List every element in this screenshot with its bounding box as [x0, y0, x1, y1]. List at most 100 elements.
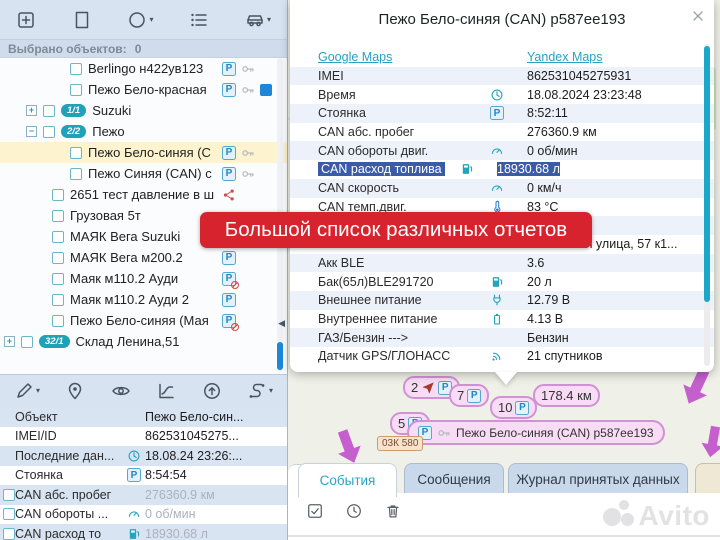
tab-partial-right[interactable] — [695, 463, 720, 494]
tree-item-label: Пежо Синяя (CAN) с — [88, 166, 212, 181]
expand-icon[interactable]: + — [4, 336, 15, 347]
param-row[interactable]: Бак(65л)BLE29172020 л — [290, 272, 714, 291]
checkbox[interactable] — [52, 231, 64, 243]
object-info-panel: ОбъектПежо Бело-син...IMEI/ID86253104527… — [0, 407, 287, 540]
checkbox[interactable] — [52, 189, 64, 201]
tree-item[interactable]: −2/2Пежо — [0, 121, 287, 142]
tree-item[interactable]: Маяк м110.2 Ауди P — [0, 268, 287, 289]
radius-filter-button[interactable]: ▾ — [127, 10, 153, 30]
param-row[interactable]: ГАЗ/Бензин --->Бензин — [290, 328, 714, 347]
tree-item[interactable]: Пежо Бело-синяя (МаяP — [0, 310, 287, 331]
param-row[interactable]: СтоянкаP8:52:11 — [290, 104, 714, 123]
checkbox[interactable] — [21, 336, 33, 348]
collapse-icon[interactable]: − — [26, 126, 37, 137]
monitoring-row[interactable]: CAN обороты ...0 об/мин — [0, 505, 287, 525]
param-label: Внешнее питание — [290, 293, 490, 307]
tab-messages[interactable]: Сообщения — [404, 463, 504, 494]
route-arrow — [699, 422, 720, 459]
checkbox[interactable] — [70, 168, 82, 180]
monitoring-icon-slot: P — [127, 468, 145, 482]
checkbox[interactable] — [70, 147, 82, 159]
time-icon — [345, 502, 363, 520]
trash-button[interactable] — [384, 502, 402, 520]
checkbox[interactable] — [43, 126, 55, 138]
google-maps-link[interactable]: Google Maps — [318, 50, 392, 64]
checkbox[interactable] — [3, 508, 15, 520]
expand-icon[interactable]: + — [26, 105, 37, 116]
tree-item-label: Грузовая 5т — [70, 208, 141, 223]
clock-icon — [490, 88, 504, 102]
param-row[interactable]: Датчик GPS/ГЛОНАСС21 спутников — [290, 347, 714, 366]
track-icon — [247, 381, 267, 401]
close-icon[interactable] — [690, 8, 706, 24]
send-command-button[interactable] — [202, 381, 222, 401]
track-button[interactable]: ▾ — [247, 381, 273, 401]
tree-scrollbar-thumb[interactable] — [277, 342, 283, 370]
time-button[interactable] — [345, 502, 363, 520]
visibility-button[interactable] — [111, 381, 131, 401]
monitoring-row[interactable]: CAN расход то18930.68 л — [0, 524, 287, 540]
checkbox[interactable] — [43, 105, 55, 117]
monitoring-label: Последние дан... — [15, 449, 127, 463]
tab-data-log[interactable]: Журнал принятых данных — [508, 463, 688, 494]
panel-collapse-arrow-icon[interactable]: ◀ — [278, 318, 285, 328]
param-value: 18930.68 л — [497, 162, 560, 176]
tree-item-label: Маяк м110.2 Ауди — [70, 271, 178, 286]
selected-objects-count: 0 — [135, 42, 142, 56]
monitoring-row[interactable]: СтоянкаP8:54:54 — [0, 466, 287, 486]
checkbox[interactable] — [52, 210, 64, 222]
param-label: ГАЗ/Бензин ---> — [290, 331, 490, 345]
param-row[interactable]: Внешнее питание12.79 В — [290, 291, 714, 310]
yandex-maps-link[interactable]: Yandex Maps — [527, 50, 603, 64]
vehicle-types-button[interactable]: ▾ — [245, 10, 271, 30]
tree-item[interactable]: МАЯК Вега м200.2P — [0, 247, 287, 268]
param-row[interactable]: CAN абс. пробег276360.9 км — [290, 123, 714, 142]
checkbox[interactable] — [52, 294, 64, 306]
parking-disabled-icon: P — [222, 314, 236, 328]
selection-rect-button[interactable] — [72, 10, 92, 30]
tree-item[interactable]: Пежо Бело-синяя (СP — [0, 142, 287, 163]
checkbox[interactable] — [70, 84, 82, 96]
tree-item[interactable]: +1/1Suzuki — [0, 100, 287, 121]
param-row[interactable]: CAN скорость0 км/ч — [290, 179, 714, 198]
param-row[interactable]: Время18.08.2024 23:23:48 — [290, 85, 714, 104]
checkbox-checked-button[interactable] — [306, 502, 324, 520]
param-icon-slot — [490, 349, 527, 363]
param-row[interactable]: Внутреннее питание4.13 В — [290, 310, 714, 329]
param-label: Внутреннее питание — [290, 312, 490, 326]
param-row[interactable]: Акк BLE3.6 — [290, 254, 714, 273]
list-view-button[interactable] — [189, 10, 209, 30]
tree-item[interactable]: Пежо Синяя (CAN) сP — [0, 163, 287, 184]
checkbox[interactable] — [52, 252, 64, 264]
param-row[interactable]: CAN расход топлива18930.68 л — [290, 160, 714, 179]
graph-button[interactable] — [156, 381, 176, 401]
monitoring-row[interactable]: CAN абс. пробег276360.9 км — [0, 485, 287, 505]
monitoring-row[interactable]: ОбъектПежо Бело-син... — [0, 407, 287, 427]
checkbox[interactable] — [70, 63, 82, 75]
battery-icon — [490, 312, 504, 326]
tree-item[interactable]: Berlingo н422ув123P — [0, 58, 287, 79]
param-row[interactable]: CAN обороты двиг.0 об/мин — [290, 141, 714, 160]
fuel-icon — [490, 275, 504, 289]
parking-disabled-icon: P — [222, 272, 236, 286]
edit-button[interactable]: ▾ — [14, 381, 40, 401]
show-location-button[interactable] — [65, 381, 85, 401]
gauge-icon — [490, 144, 504, 158]
tree-item[interactable]: 2651 тест давление в ш — [0, 184, 287, 205]
monitoring-row[interactable]: Последние дан...18.08.24 23:26:... — [0, 446, 287, 466]
add-object-button[interactable] — [16, 10, 36, 30]
tab-events[interactable]: События — [298, 463, 397, 497]
checkbox[interactable] — [3, 489, 15, 501]
popup-scrollbar-thumb[interactable] — [704, 46, 710, 302]
checkbox[interactable] — [52, 273, 64, 285]
checkbox[interactable] — [3, 528, 15, 540]
fuel-icon — [127, 527, 141, 540]
tree-item[interactable]: +32/1Склад Ленина,51 — [0, 331, 287, 352]
tree-item[interactable]: Пежо Бело-краснаяP — [0, 79, 287, 100]
param-row[interactable]: IMEI862531045275931 — [290, 67, 714, 86]
param-value: 8:52:11 — [527, 106, 568, 120]
monitoring-row[interactable]: IMEI/ID862531045275... — [0, 427, 287, 447]
track-color-swatch — [260, 84, 272, 96]
checkbox[interactable] — [52, 315, 64, 327]
tree-item[interactable]: Маяк м110.2 Ауди 2P — [0, 289, 287, 310]
